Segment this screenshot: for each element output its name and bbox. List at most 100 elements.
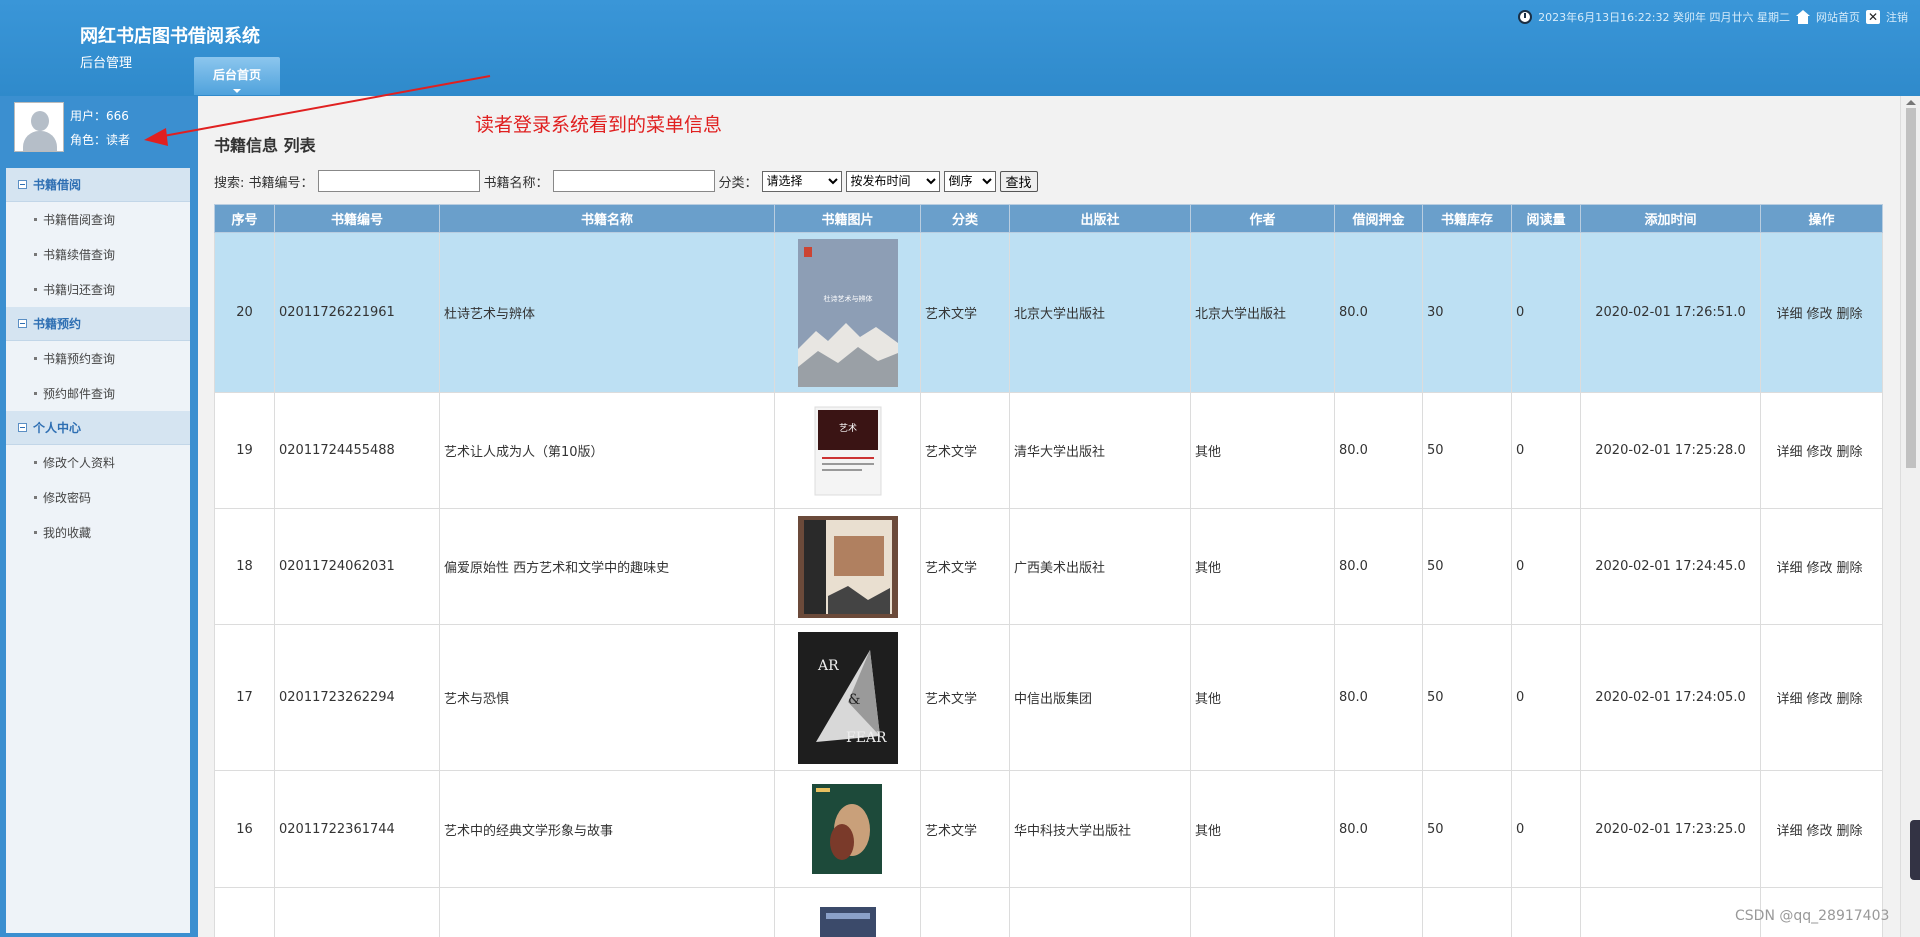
cell-name: 艺术让人成为人（第10版） xyxy=(439,392,775,509)
col-header: 书籍库存 xyxy=(1422,204,1512,233)
sidebar-item-reserve-query[interactable]: 书籍预约查询 xyxy=(6,341,190,376)
table-row[interactable]: 18 02011724062031 偏爱原始性 西方艺术和文学中的趣味史 艺术文… xyxy=(214,508,1883,625)
category-select[interactable]: 请选择 xyxy=(761,170,842,192)
table-row[interactable]: 19 02011724455488 艺术让人成为人（第10版） 艺术 艺术文学 … xyxy=(214,392,1883,509)
book-cover-image: AR & FEAR xyxy=(797,631,898,764)
scroll-thumb[interactable] xyxy=(1906,108,1916,468)
cell-reads: 0 xyxy=(1511,624,1581,771)
col-header: 作者 xyxy=(1190,204,1335,233)
book-code-input[interactable] xyxy=(317,170,480,192)
table-row[interactable] xyxy=(214,887,1883,937)
svg-text:艺术: 艺术 xyxy=(838,422,856,434)
cell-author: 其他 xyxy=(1190,508,1335,625)
cell-cover: 杜诗艺术与辨体 xyxy=(774,232,921,393)
cell-author: 北京大学出版社 xyxy=(1190,232,1335,393)
delete-link[interactable]: 删除 xyxy=(1837,445,1863,460)
system-subtitle: 后台管理 xyxy=(80,56,133,71)
site-home-link[interactable]: 网站首页 xyxy=(1816,9,1860,25)
edit-link[interactable]: 修改 xyxy=(1806,561,1832,576)
edit-link[interactable]: 修改 xyxy=(1806,307,1832,322)
sidebar-item-reserve-mail[interactable]: 预约邮件查询 xyxy=(6,376,190,411)
user-info: 用户：666 角色：读者 xyxy=(0,96,194,164)
clock-icon xyxy=(1518,10,1533,24)
detail-link[interactable]: 详细 xyxy=(1776,692,1802,707)
col-header: 序号 xyxy=(214,204,275,233)
cell-stock: 50 xyxy=(1422,508,1512,625)
cell-code: 02011723262294 xyxy=(274,624,440,771)
cell-deposit: 80.0 xyxy=(1334,624,1423,771)
home-icon xyxy=(1796,10,1810,24)
vertical-scrollbar[interactable] xyxy=(1900,96,1920,937)
cell-reads: 0 xyxy=(1511,232,1581,393)
search-bar: 搜索: 书籍编号： 书籍名称： 分类： 请选择 按发布时间 倒序 查找 xyxy=(214,170,1038,192)
cell-code: 02011726221961 xyxy=(274,232,440,393)
cell-category: 艺术文学 xyxy=(920,392,1010,509)
floating-widget[interactable] xyxy=(1910,820,1920,880)
logout-link[interactable]: 注销 xyxy=(1886,9,1908,25)
cell-publisher: 中信出版集团 xyxy=(1009,624,1191,771)
books-table: 序号 书籍编号 书籍名称 书籍图片 分类 出版社 作者 借阅押金 书籍库存 阅读… xyxy=(214,204,1883,937)
sidebar-item-favorites[interactable]: 我的收藏 xyxy=(6,515,190,550)
menu-group-personal[interactable]: 个人中心 xyxy=(6,411,190,445)
table-row[interactable]: 16 02011722361744 艺术中的经典文学形象与故事 艺术文学 华中科… xyxy=(214,770,1883,888)
edit-link[interactable]: 修改 xyxy=(1806,824,1832,839)
menu-group-borrow[interactable]: 书籍借阅 xyxy=(6,168,190,202)
delete-link[interactable]: 删除 xyxy=(1837,692,1863,707)
scroll-up-icon[interactable] xyxy=(1906,100,1916,105)
annotation-text: 读者登录系统看到的菜单信息 xyxy=(475,114,723,136)
menu-group-reserve[interactable]: 书籍预约 xyxy=(6,307,190,341)
collapse-icon xyxy=(18,423,27,432)
sidebar-item-renew-query[interactable]: 书籍续借查询 xyxy=(6,237,190,272)
table-row[interactable]: 20 02011726221961 杜诗艺术与辨体 杜诗艺术与辨体 艺术文学 北… xyxy=(214,232,1883,393)
cell-reads: 0 xyxy=(1511,770,1581,888)
col-header: 借阅押金 xyxy=(1334,204,1423,233)
cell-code: 02011724455488 xyxy=(274,392,440,509)
cell-category: 艺术文学 xyxy=(920,232,1010,393)
col-header: 添加时间 xyxy=(1580,204,1761,233)
book-cover-image: 艺术 xyxy=(814,406,881,495)
user-name: 用户：666 xyxy=(70,109,129,123)
detail-link[interactable]: 详细 xyxy=(1776,561,1802,576)
table-row[interactable]: 17 02011723262294 艺术与恐惧 AR & FEAR 艺术文学 中… xyxy=(214,624,1883,771)
cell-no: 16 xyxy=(214,770,275,888)
sidebar-item-edit-profile[interactable]: 修改个人资料 xyxy=(6,445,190,480)
watermark-text: CSDN @qq_28917403 xyxy=(1735,908,1890,924)
sidebar-item-change-password[interactable]: 修改密码 xyxy=(6,480,190,515)
tab-admin-home[interactable]: 后台首页 xyxy=(194,57,280,95)
cell-no: 17 xyxy=(214,624,275,771)
search-code-label: 搜索: 书籍编号： xyxy=(214,175,314,191)
cell-no: 20 xyxy=(214,232,275,393)
col-header: 书籍图片 xyxy=(774,204,921,233)
search-button[interactable]: 查找 xyxy=(999,170,1038,192)
delete-link[interactable]: 删除 xyxy=(1837,824,1863,839)
detail-link[interactable]: 详细 xyxy=(1776,445,1802,460)
detail-link[interactable]: 详细 xyxy=(1776,307,1802,322)
sort-order-select[interactable]: 倒序 xyxy=(943,170,996,192)
sidebar-menu: 书籍借阅 书籍借阅查询 书籍续借查询 书籍归还查询 书籍预约 书籍预约查询 预约… xyxy=(6,168,190,933)
main-content: 书籍信息 列表 读者登录系统看到的菜单信息 搜索: 书籍编号： 书籍名称： 分类… xyxy=(198,96,1900,937)
table-header-row: 序号 书籍编号 书籍名称 书籍图片 分类 出版社 作者 借阅押金 书籍库存 阅读… xyxy=(214,204,1883,233)
cell-reads: 0 xyxy=(1511,392,1581,509)
col-header: 书籍名称 xyxy=(439,204,775,233)
col-header: 分类 xyxy=(920,204,1010,233)
svg-text:杜诗艺术与辨体: 杜诗艺术与辨体 xyxy=(823,294,872,303)
edit-link[interactable]: 修改 xyxy=(1806,692,1832,707)
cell-no: 19 xyxy=(214,392,275,509)
cell-actions: 详细 修改 删除 xyxy=(1760,624,1883,771)
avatar xyxy=(14,102,64,152)
delete-link[interactable]: 删除 xyxy=(1837,561,1863,576)
edit-link[interactable]: 修改 xyxy=(1806,445,1832,460)
sort-field-select[interactable]: 按发布时间 xyxy=(845,170,940,192)
cell-name: 偏爱原始性 西方艺术和文学中的趣味史 xyxy=(439,508,775,625)
book-cover-image: 杜诗艺术与辨体 xyxy=(797,238,898,387)
cell-category: 艺术文学 xyxy=(920,624,1010,771)
detail-link[interactable]: 详细 xyxy=(1776,824,1802,839)
top-header: 网红书店图书借阅系统 后台管理 后台首页 2023年6月13日16:22:32 … xyxy=(0,0,1920,96)
sidebar-item-return-query[interactable]: 书籍归还查询 xyxy=(6,272,190,307)
cell-added: 2020-02-01 17:24:05.0 xyxy=(1580,624,1761,771)
sidebar-item-borrow-query[interactable]: 书籍借阅查询 xyxy=(6,202,190,237)
cell-cover xyxy=(774,508,921,625)
book-name-input[interactable] xyxy=(552,170,715,192)
col-header: 操作 xyxy=(1760,204,1883,233)
delete-link[interactable]: 删除 xyxy=(1837,307,1863,322)
